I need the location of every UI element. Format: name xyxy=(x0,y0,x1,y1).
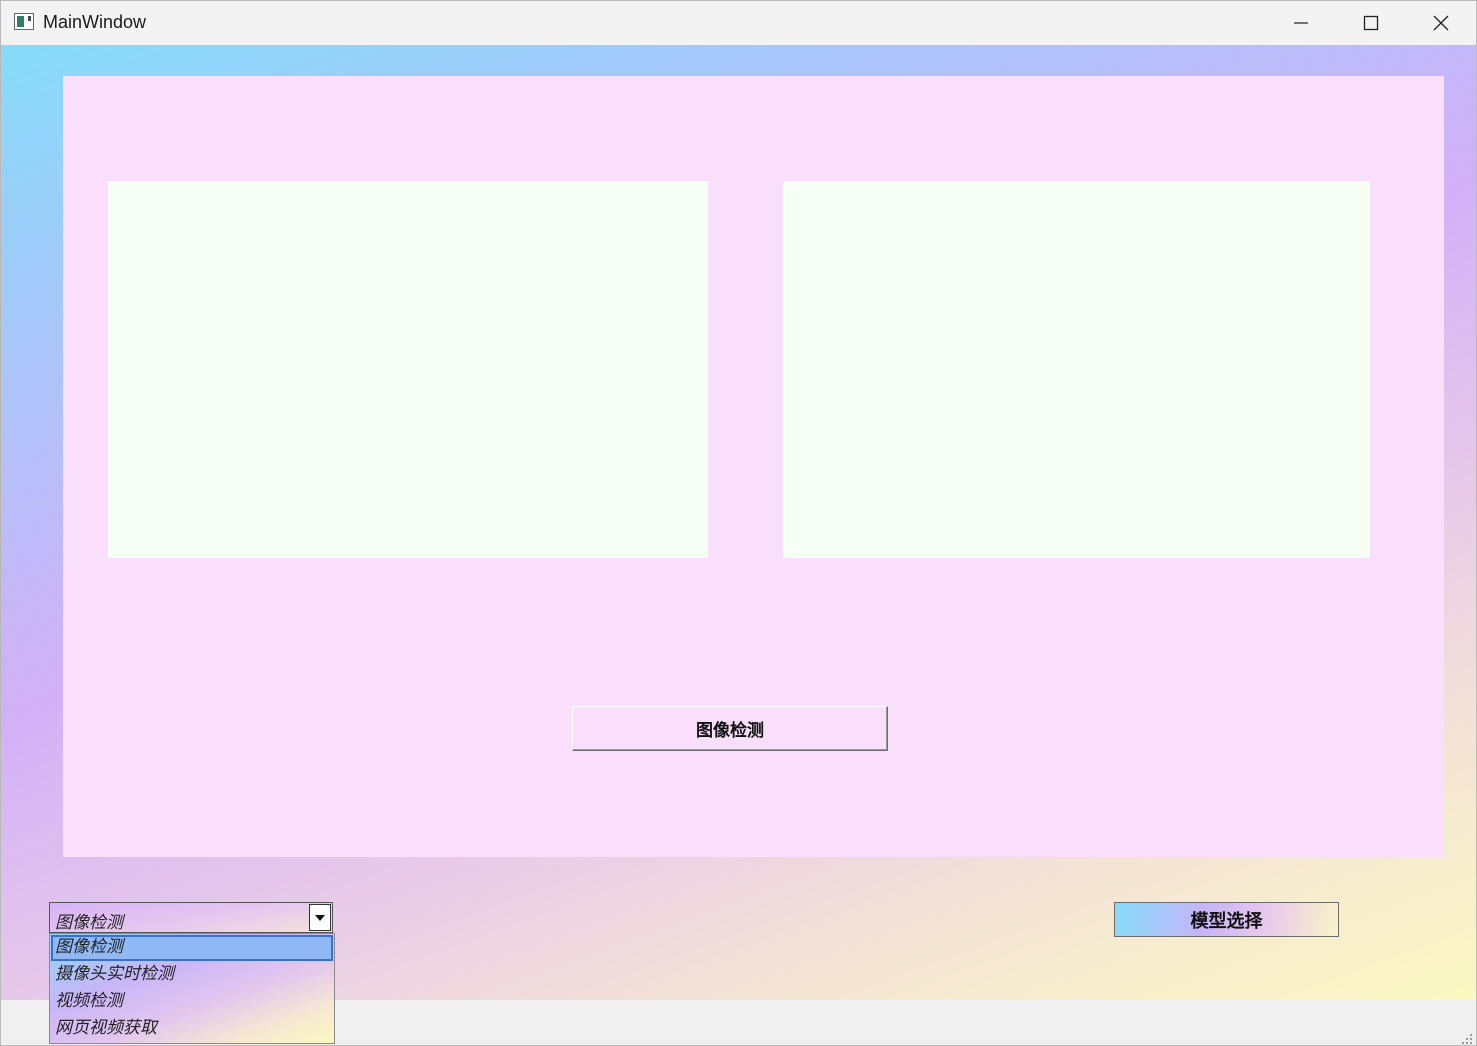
dropdown-option-web-video[interactable]: 网页视频获取 xyxy=(51,1016,333,1042)
detect-button[interactable]: 图像检测 xyxy=(572,706,888,751)
central-widget: 图像检测 图像检测 模型选择 xyxy=(1,45,1476,1000)
minimize-icon xyxy=(1293,15,1309,31)
chevron-down-icon[interactable] xyxy=(309,904,331,931)
close-button[interactable] xyxy=(1406,1,1476,45)
window-title: MainWindow xyxy=(43,12,147,32)
maximize-icon xyxy=(1363,15,1379,31)
input-image-label xyxy=(108,181,708,558)
dropdown-option-video-detect[interactable]: 视频检测 xyxy=(51,989,333,1015)
size-grip-icon[interactable] xyxy=(1461,1030,1473,1044)
title-bar[interactable]: MainWindow xyxy=(1,1,1476,45)
display-panel: 图像检测 xyxy=(63,76,1444,857)
mode-combo-box[interactable]: 图像检测 xyxy=(49,902,333,933)
close-icon xyxy=(1432,14,1450,32)
dropdown-option-image-detect[interactable]: 图像检测 xyxy=(51,935,333,961)
dropdown-option-camera-detect[interactable]: 摄像头实时检测 xyxy=(51,962,333,988)
mode-combo-value: 图像检测 xyxy=(55,913,123,933)
main-window: MainWindow 图像检测 图像检测 模型选择 图像检测 摄像头实时检测 视… xyxy=(0,0,1477,1046)
mode-combo-dropdown: 图像检测 摄像头实时检测 视频检测 网页视频获取 xyxy=(49,933,335,1044)
output-image-label xyxy=(783,181,1370,558)
minimize-button[interactable] xyxy=(1266,1,1336,45)
maximize-button[interactable] xyxy=(1336,1,1406,45)
model-select-button[interactable]: 模型选择 xyxy=(1114,902,1339,937)
app-icon xyxy=(14,13,34,30)
